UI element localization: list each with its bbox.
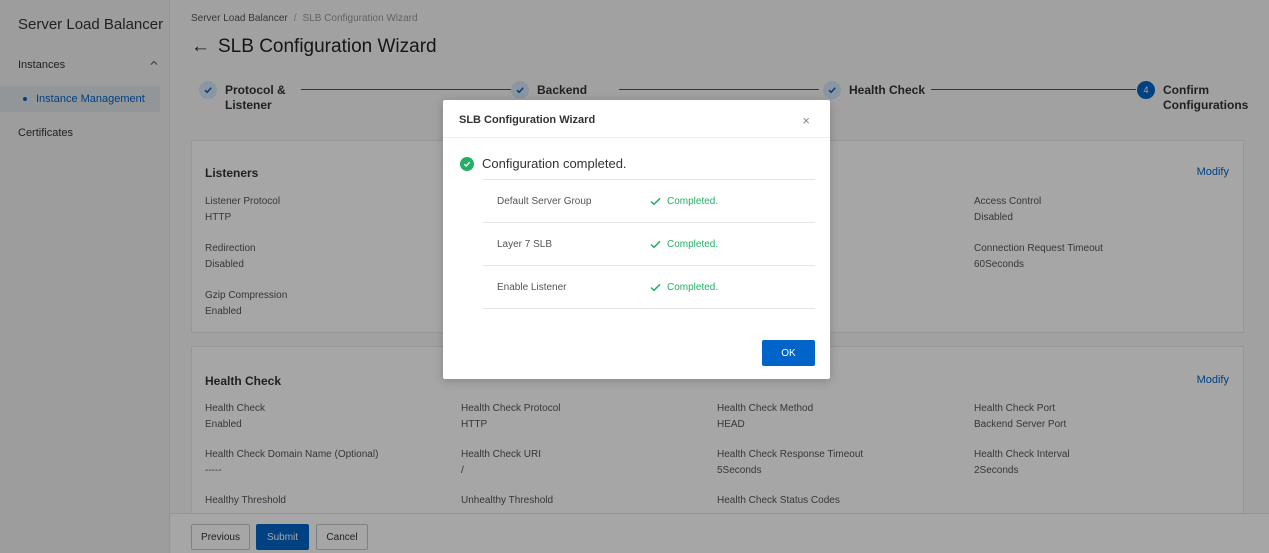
check-icon [650,240,661,249]
task-name: Default Server Group [497,196,592,207]
list-item: Layer 7 SLB Completed. [483,222,815,265]
ok-button[interactable]: OK [762,340,815,366]
task-status: Completed. [650,196,718,207]
check-icon [650,197,661,206]
dialog-title: SLB Configuration Wizard [459,114,596,126]
configuration-complete-dialog: SLB Configuration Wizard × Configuration… [443,100,830,379]
list-divider [483,308,815,309]
task-status: Completed. [650,282,718,293]
task-name: Layer 7 SLB [497,239,553,250]
task-name: Enable Listener [497,282,567,293]
completion-status: Configuration completed. [460,156,627,171]
success-check-icon [460,156,474,171]
list-item: Default Server Group Completed. [483,179,815,222]
check-icon [650,283,661,292]
list-item: Enable Listener Completed. [483,265,815,308]
status-text: Configuration completed. [482,156,627,171]
task-status: Completed. [650,239,718,250]
dialog-divider [443,137,830,138]
close-icon[interactable]: × [802,113,810,128]
